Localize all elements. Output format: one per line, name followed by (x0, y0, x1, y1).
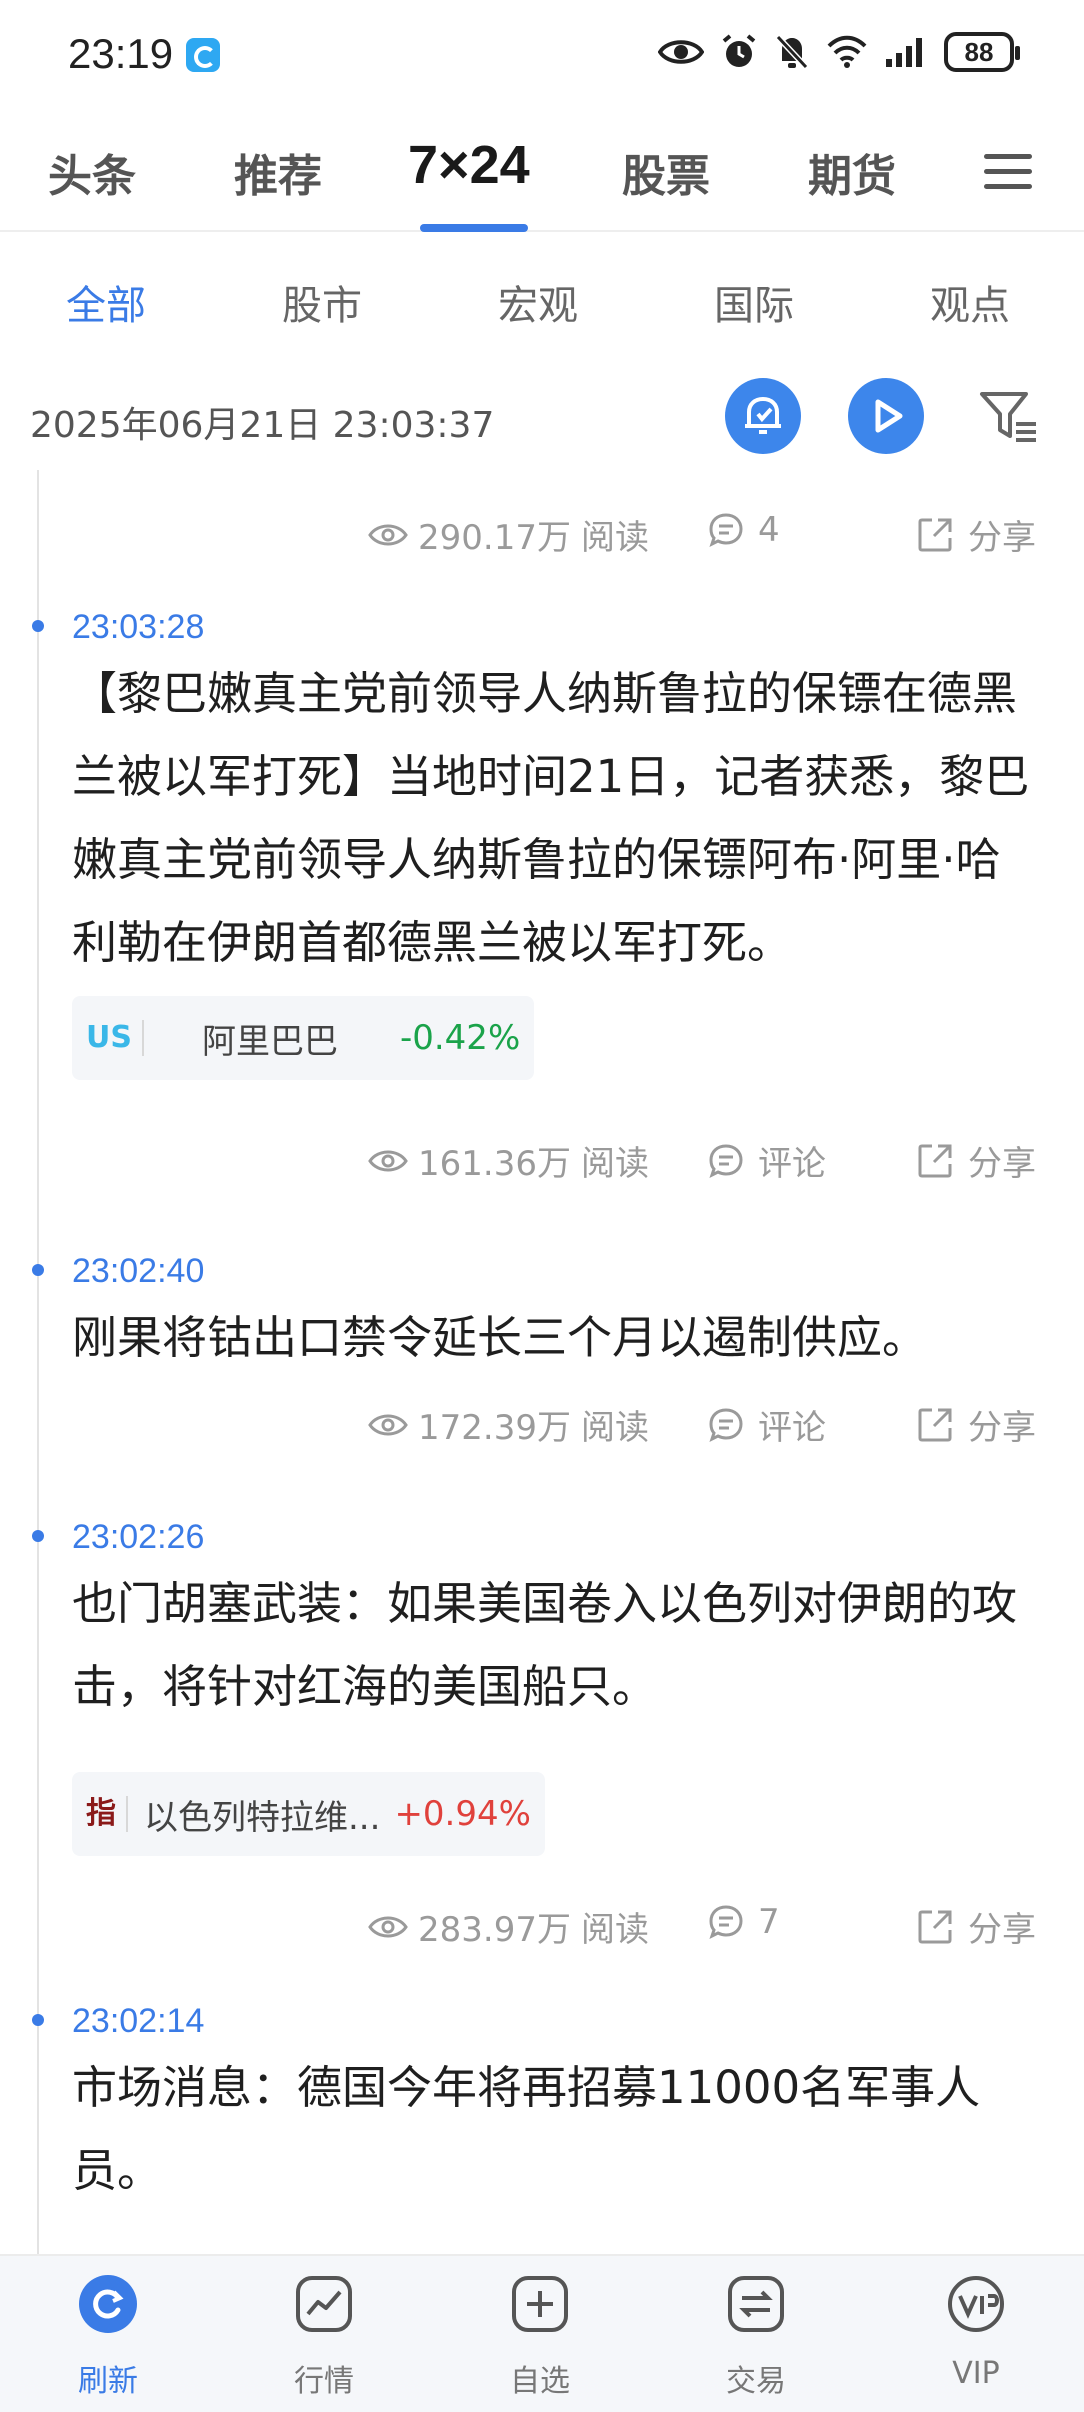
refresh-icon (79, 2275, 137, 2333)
news-text: 也门胡塞武装：如果美国卷入以色列对伊朗的攻击，将针对红海的美国船只。 (72, 1577, 1018, 1713)
news-feed: 290.17万 阅读 4 分享 23:03:28 【黎巴嫩真主党前领导人纳斯鲁拉… (0, 470, 1084, 2254)
tab-headlines[interactable]: 头条 (48, 140, 136, 204)
stock-chip[interactable]: US 阿里巴巴 -0.42% (72, 996, 535, 1080)
nav-refresh[interactable]: 刷新 (28, 2256, 188, 2412)
eye-icon (368, 1916, 408, 1937)
eye-icon (658, 40, 704, 64)
timeline-line (37, 470, 39, 2254)
subtab-international[interactable]: 国际 (714, 273, 794, 331)
comment-button[interactable]: 7 (708, 1902, 780, 1942)
stock-name: 阿里巴巴 (201, 1021, 338, 1062)
news-time: 23:02:26 (72, 1518, 205, 1556)
share-button[interactable]: 分享 (916, 1902, 1036, 1951)
market-badge: 指 (86, 1796, 128, 1832)
filter-icon (980, 392, 1036, 442)
news-meta-row: 290.17万 阅读 4 分享 (0, 510, 1084, 560)
menu-icon[interactable] (984, 152, 1032, 192)
alarm-icon (722, 34, 756, 67)
comment-icon (709, 1407, 743, 1442)
news-text: 刚果将钴出口禁令延长三个月以遏制供应。 (72, 1311, 928, 1364)
comment-button[interactable]: 评论 (708, 1136, 826, 1185)
filter-button[interactable] (976, 386, 1040, 450)
news-meta-row: 283.97万 阅读 7 分享 (0, 1902, 1084, 1952)
status-bar: 23:19 88 (0, 0, 1084, 110)
nav-watchlist[interactable]: 自选 (460, 2256, 620, 2412)
news-meta-row: 161.36万 阅读 评论 分享 (0, 1136, 1084, 1186)
play-audio-button[interactable] (848, 378, 924, 454)
play-icon (875, 399, 903, 433)
nav-vip[interactable]: VIP (896, 2256, 1056, 2412)
news-text: 【黎巴嫩真主党前领导人纳斯鲁拉的保镖在德黑兰被以军打死】当地时间21日，记者获悉… (72, 667, 1030, 969)
bell-check-icon (745, 396, 781, 434)
bottom-navigation: 刷新 行情 自选 交易 VIP (0, 2254, 1084, 2412)
comment-icon (709, 1143, 743, 1178)
timeline-dot (32, 1264, 44, 1276)
share-icon (918, 518, 952, 551)
tab-recommended[interactable]: 推荐 (234, 140, 322, 204)
timeline-dot (32, 1530, 44, 1542)
comment-button[interactable]: 4 (708, 510, 780, 550)
timeline-dot (32, 2014, 44, 2026)
stock-chip[interactable]: 指 以色列特拉维... +0.94% (72, 1772, 545, 1856)
news-time: 23:03:28 (72, 608, 205, 646)
comment-icon (709, 513, 743, 547)
share-icon (918, 1144, 952, 1177)
status-time: 23:19 (68, 30, 174, 77)
market-chart-icon (296, 2276, 352, 2332)
signal-icon (886, 38, 922, 67)
vip-icon (948, 2276, 1004, 2332)
share-button[interactable]: 分享 (916, 510, 1036, 559)
news-time: 23:02:40 (72, 1252, 205, 1290)
stock-name: 以色列特拉维... (144, 1797, 381, 1838)
share-button[interactable]: 分享 (916, 1136, 1036, 1185)
trade-swap-icon (728, 2276, 784, 2332)
share-icon (918, 1910, 952, 1943)
news-text: 市场消息：德国今年将再招募11000名军事人员。 (72, 2061, 981, 2197)
nav-market[interactable]: 行情 (244, 2256, 404, 2412)
mute-bell-icon (775, 34, 809, 70)
add-favorite-icon (512, 2276, 568, 2332)
main-tab-bar: 头条 推荐 7×24 股票 期货 (0, 120, 1084, 232)
wifi-icon (827, 35, 867, 68)
date-toolbar: 2025年06月21日 23:03:37 (0, 370, 1084, 470)
timeline-dot (32, 620, 44, 632)
views-count: 290.17万 阅读 (368, 510, 649, 559)
comment-icon (709, 1905, 743, 1939)
tab-7x24[interactable]: 7×24 (408, 134, 530, 196)
active-tab-indicator (420, 224, 528, 232)
subtab-stock-market[interactable]: 股市 (282, 273, 362, 331)
share-icon (918, 1408, 952, 1441)
market-badge: US (86, 1020, 144, 1056)
subtab-all[interactable]: 全部 (66, 273, 146, 331)
tab-futures[interactable]: 期货 (808, 140, 896, 204)
nav-trade[interactable]: 交易 (676, 2256, 836, 2412)
sub-tab-bar: 全部 股市 宏观 国际 观点 (0, 255, 1084, 345)
comment-button[interactable]: 评论 (708, 1400, 826, 1449)
news-meta-row: 172.39万 阅读 评论 分享 (0, 1400, 1084, 1450)
stock-change: +0.94% (394, 1794, 531, 1834)
subtab-opinion[interactable]: 观点 (930, 273, 1010, 331)
subtab-macro[interactable]: 宏观 (498, 273, 578, 331)
share-button[interactable]: 分享 (916, 1400, 1036, 1449)
views-count: 161.36万 阅读 (368, 1136, 649, 1185)
eye-icon (368, 524, 408, 545)
news-time: 23:02:14 (72, 2002, 205, 2040)
battery-icon: 88 (944, 32, 1020, 72)
current-datetime: 2025年06月21日 23:03:37 (30, 405, 495, 446)
stock-change: -0.42% (399, 1018, 521, 1058)
alert-bell-button[interactable] (725, 378, 801, 454)
eye-icon (368, 1414, 408, 1435)
eye-icon (368, 1150, 408, 1171)
app-notification-icon (186, 38, 220, 72)
views-count: 172.39万 阅读 (368, 1400, 649, 1449)
tab-stocks[interactable]: 股票 (622, 140, 710, 204)
status-icons: 88 (658, 32, 1020, 72)
views-count: 283.97万 阅读 (368, 1902, 649, 1951)
